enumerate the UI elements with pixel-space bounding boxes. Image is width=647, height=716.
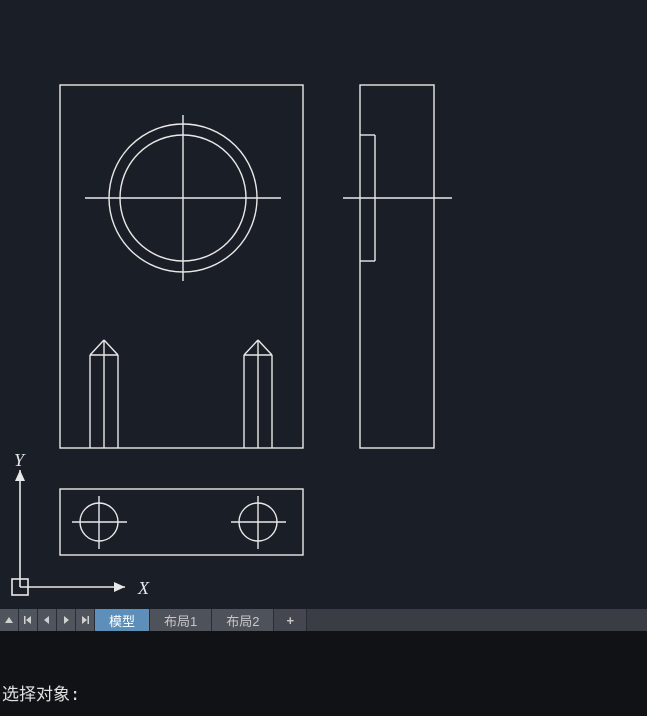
tab-scroll-up-icon[interactable] xyxy=(0,609,19,631)
right-tower-top1 xyxy=(244,340,258,355)
tab-scroll-last-icon[interactable] xyxy=(76,609,95,631)
tab-scroll-first-icon[interactable] xyxy=(19,609,38,631)
drawing-canvas[interactable]: X Y xyxy=(0,0,647,609)
right-tower-top2 xyxy=(258,340,272,355)
layout-tabs: 模型 布局1 布局2 + xyxy=(0,609,647,631)
left-tower-top1 xyxy=(90,340,104,355)
left-tower-top2 xyxy=(104,340,118,355)
side-outline xyxy=(360,85,434,448)
command-window[interactable]: 选择对象: 找到 1 个，总计 5 个 选择对象: 指定基点或 [位移(D)/模… xyxy=(0,631,647,716)
tab-add-button[interactable]: + xyxy=(274,609,307,631)
ucs-y-label: Y xyxy=(14,450,26,470)
tab-layout2[interactable]: 布局2 xyxy=(212,609,274,631)
front-outline xyxy=(60,85,303,448)
tab-layout1[interactable]: 布局1 xyxy=(150,609,212,631)
ucs-icon: X Y xyxy=(12,450,150,598)
tab-scroll-prev-icon[interactable] xyxy=(38,609,57,631)
tab-model[interactable]: 模型 xyxy=(95,609,150,631)
cmd-line-1: 选择对象: xyxy=(2,683,645,707)
cad-drawing: X Y xyxy=(0,0,647,609)
tab-scroll-next-icon[interactable] xyxy=(57,609,76,631)
ucs-x-label: X xyxy=(137,578,150,598)
